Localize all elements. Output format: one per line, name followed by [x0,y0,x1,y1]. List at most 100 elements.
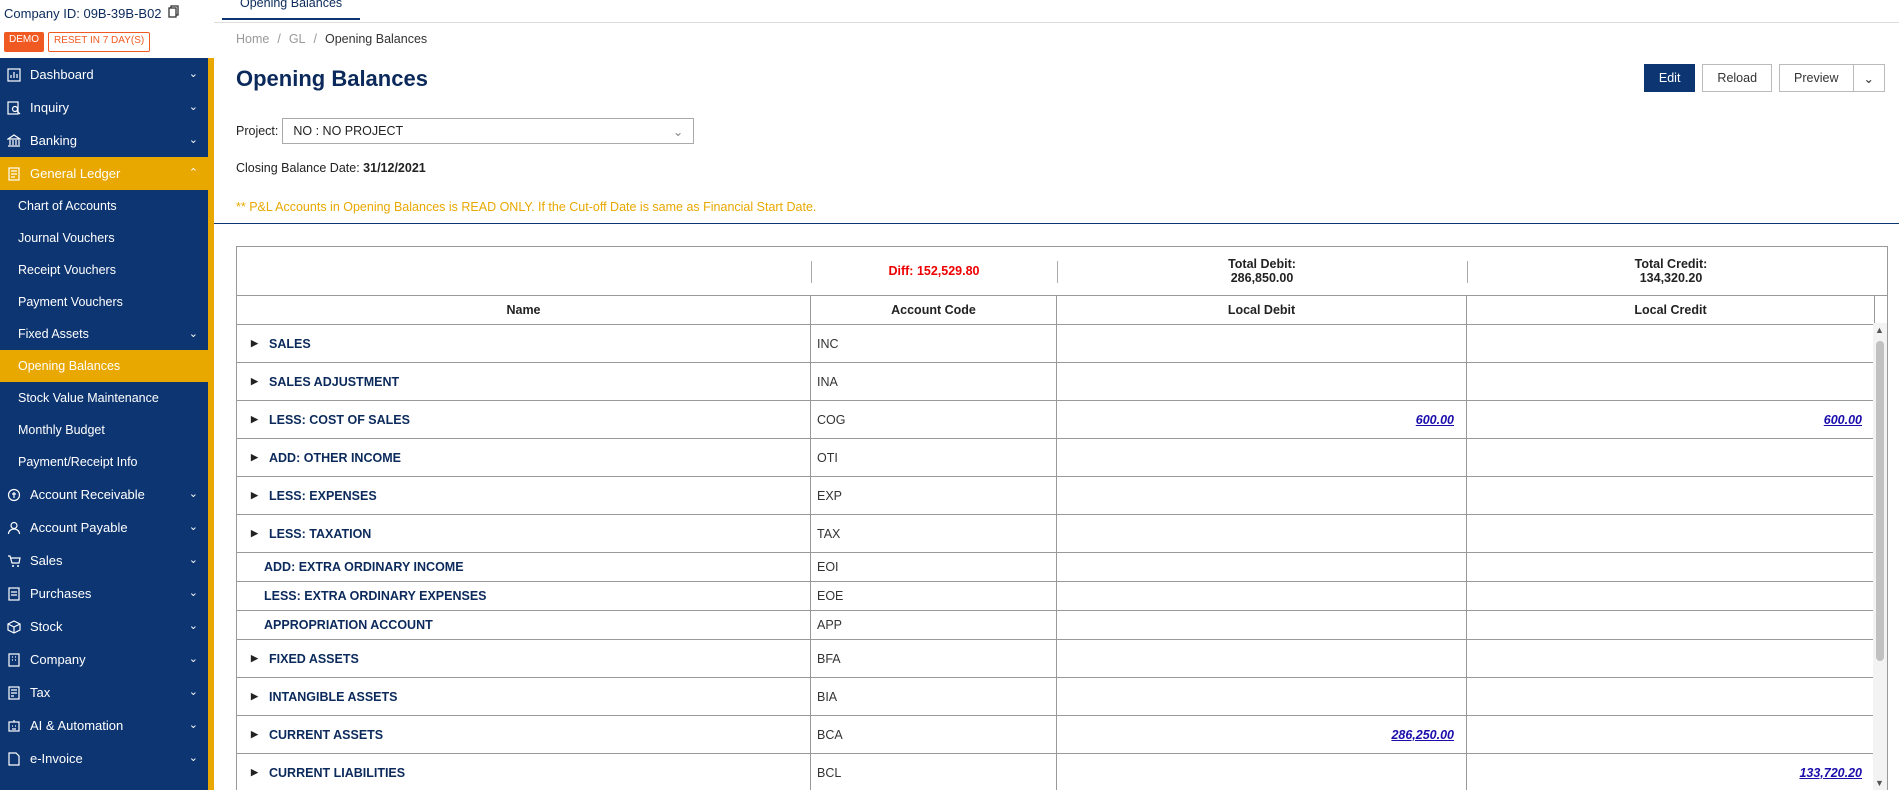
nav-account-receivable-label: Account Receivable [30,487,145,502]
nav-payment-receipt-info[interactable]: Payment/Receipt Info [0,446,208,478]
nav-monthly-budget[interactable]: Monthly Budget [0,414,208,446]
account-name-cell: ADD: EXTRA ORDINARY INCOME [237,553,811,581]
diff-cell: Diff: 152,529.80 [811,247,1057,295]
main-nav: Dashboard ⌄ Inquiry ⌄ Banking ⌄ General Led… [0,58,214,790]
account-name-cell: ▶ CURRENT LIABILITIES [237,754,811,790]
nav-account-receivable[interactable]: Account Receivable ⌄ [0,478,208,511]
nav-sales-label: Sales [30,553,63,568]
chevron-down-icon: ⌄ [188,68,198,80]
local-credit-cell[interactable]: 133,720.20 [1467,754,1875,790]
local-credit-cell [1467,477,1875,514]
table-row[interactable]: ▶ SALES INC [237,325,1887,363]
table-row[interactable]: ▶ FIXED ASSETS BFA [237,640,1887,678]
reload-button[interactable]: Reload [1702,64,1773,92]
local-debit-cell[interactable]: 286,250.00 [1057,716,1467,753]
tab-opening-balances[interactable]: Opening Balances [222,0,361,20]
table-row[interactable]: ▶ INTANGIBLE ASSETS BIA [237,678,1887,716]
account-name: INTANGIBLE ASSETS [269,689,398,704]
account-name: LESS: TAXATION [269,526,372,541]
table-row[interactable]: ▶ LESS: EXPENSES EXP [237,477,1887,515]
toolbar: Edit Reload Preview ⌄ [1637,64,1885,92]
chevron-up-icon: ⌃ [188,167,198,179]
local-debit-cell[interactable]: 600.00 [1057,401,1467,438]
expand-triangle-icon[interactable]: ▶ [251,767,259,778]
nav-dashboard[interactable]: Dashboard ⌄ [0,58,208,91]
table-row[interactable]: ▶ LESS: TAXATION TAX [237,515,1887,553]
expand-triangle-icon[interactable]: ▶ [251,528,259,539]
nav-journal-vouchers[interactable]: Journal Vouchers [0,222,208,254]
reset-badge: RESET IN 7 DAY(S) [48,32,151,52]
preview-options-button[interactable]: ⌄ [1853,64,1885,92]
account-name-cell: ▶ LESS: COST OF SALES [237,401,811,438]
expand-triangle-icon[interactable]: ▶ [251,653,259,664]
table-row[interactable]: APPROPRIATION ACCOUNT APP [237,611,1887,640]
expand-triangle-icon[interactable]: ▶ [251,414,259,425]
nav-chart-of-accounts[interactable]: Chart of Accounts [0,190,208,222]
nav-purchases[interactable]: Purchases ⌄ [0,577,208,610]
nav-stock[interactable]: Stock ⌄ [0,610,208,643]
nav-banking-label: Banking [30,133,77,148]
column-header-name[interactable]: Name [237,296,811,324]
account-code-cell: BIA [811,678,1057,715]
nav-inquiry[interactable]: Inquiry ⌄ [0,91,208,124]
breadcrumb-home[interactable]: Home [236,32,269,46]
preview-button[interactable]: Preview [1779,64,1854,92]
nav-tax[interactable]: Tax ⌄ [0,676,208,709]
expand-triangle-icon[interactable]: ▶ [251,691,259,702]
table-row[interactable]: ▶ SALES ADJUSTMENT INA [237,363,1887,401]
expand-triangle-icon[interactable]: ▶ [251,490,259,501]
nav-fixed-assets[interactable]: Fixed Assets ⌄ [0,318,208,350]
account-code-cell: TAX [811,515,1057,552]
table-row[interactable]: ADD: EXTRA ORDINARY INCOME EOI [237,553,1887,582]
copy-icon[interactable] [167,5,179,21]
account-code-cell: INC [811,325,1057,362]
nav-einvoice[interactable]: e-Invoice ⌄ [0,742,208,775]
column-header-code[interactable]: Account Code [811,296,1057,324]
expand-triangle-icon[interactable]: ▶ [251,338,259,349]
nav-ai-automation[interactable]: AI & Automation ⌄ [0,709,208,742]
summary-row: Diff: 152,529.80 Total Debit: 286,850.00 … [237,247,1887,296]
column-header-debit[interactable]: Local Debit [1057,296,1467,324]
column-header-credit[interactable]: Local Credit [1467,296,1875,324]
nav-receipt-vouchers[interactable]: Receipt Vouchers [0,254,208,286]
tab-strip: Opening Balances [214,0,1899,23]
nav-sales[interactable]: Sales ⌄ [0,544,208,577]
nav-ai-automation-label: AI & Automation [30,718,124,733]
expand-triangle-icon[interactable]: ▶ [251,729,259,740]
project-select[interactable]: NO : NO PROJECT ⌄ [282,118,695,144]
nav-fixed-assets-label: Fixed Assets [18,327,89,341]
account-name: ADD: OTHER INCOME [269,450,401,465]
scroll-thumb[interactable] [1876,341,1884,661]
nav-company[interactable]: Company ⌄ [0,643,208,676]
table-row[interactable]: ▶ CURRENT LIABILITIES BCL 133,720.20 [237,754,1887,790]
nav-stock-value-maintenance[interactable]: Stock Value Maintenance [0,382,208,414]
nav-general-ledger[interactable]: General Ledger ⌃ [0,157,208,190]
local-debit-cell [1057,515,1467,552]
scroll-up-icon[interactable]: ▲ [1875,325,1884,335]
local-debit-cell [1057,477,1467,514]
table-row[interactable]: ▶ CURRENT ASSETS BCA 286,250.00 [237,716,1887,754]
account-name-cell: ▶ LESS: EXPENSES [237,477,811,514]
scroll-down-icon[interactable]: ▼ [1875,778,1884,788]
table-row[interactable]: ▶ ADD: OTHER INCOME OTI [237,439,1887,477]
table-row[interactable]: LESS: EXTRA ORDINARY EXPENSES EOE [237,582,1887,611]
vertical-scrollbar[interactable]: ▲ ▼ [1873,323,1887,790]
expand-triangle-icon[interactable]: ▶ [251,376,259,387]
table-row[interactable]: ▶ LESS: COST OF SALES COG 600.00 600.00 [237,401,1887,439]
nav-account-payable[interactable]: Account Payable ⌄ [0,511,208,544]
breadcrumb-current: Opening Balances [325,32,428,46]
dashboard-icon [6,67,22,83]
local-debit-cell [1057,678,1467,715]
account-name: FIXED ASSETS [269,651,359,666]
local-debit-cell [1057,640,1467,677]
nav-payment-vouchers[interactable]: Payment Vouchers [0,286,208,318]
invoice-icon [6,751,22,767]
local-credit-cell[interactable]: 600.00 [1467,401,1875,438]
breadcrumb-gl[interactable]: GL [289,32,306,46]
account-name: LESS: EXTRA ORDINARY EXPENSES [264,589,487,603]
nav-opening-balances[interactable]: Opening Balances [0,350,208,382]
ledger-icon [6,166,22,182]
edit-button[interactable]: Edit [1643,64,1696,92]
expand-triangle-icon[interactable]: ▶ [251,452,259,463]
nav-banking[interactable]: Banking ⌄ [0,124,208,157]
